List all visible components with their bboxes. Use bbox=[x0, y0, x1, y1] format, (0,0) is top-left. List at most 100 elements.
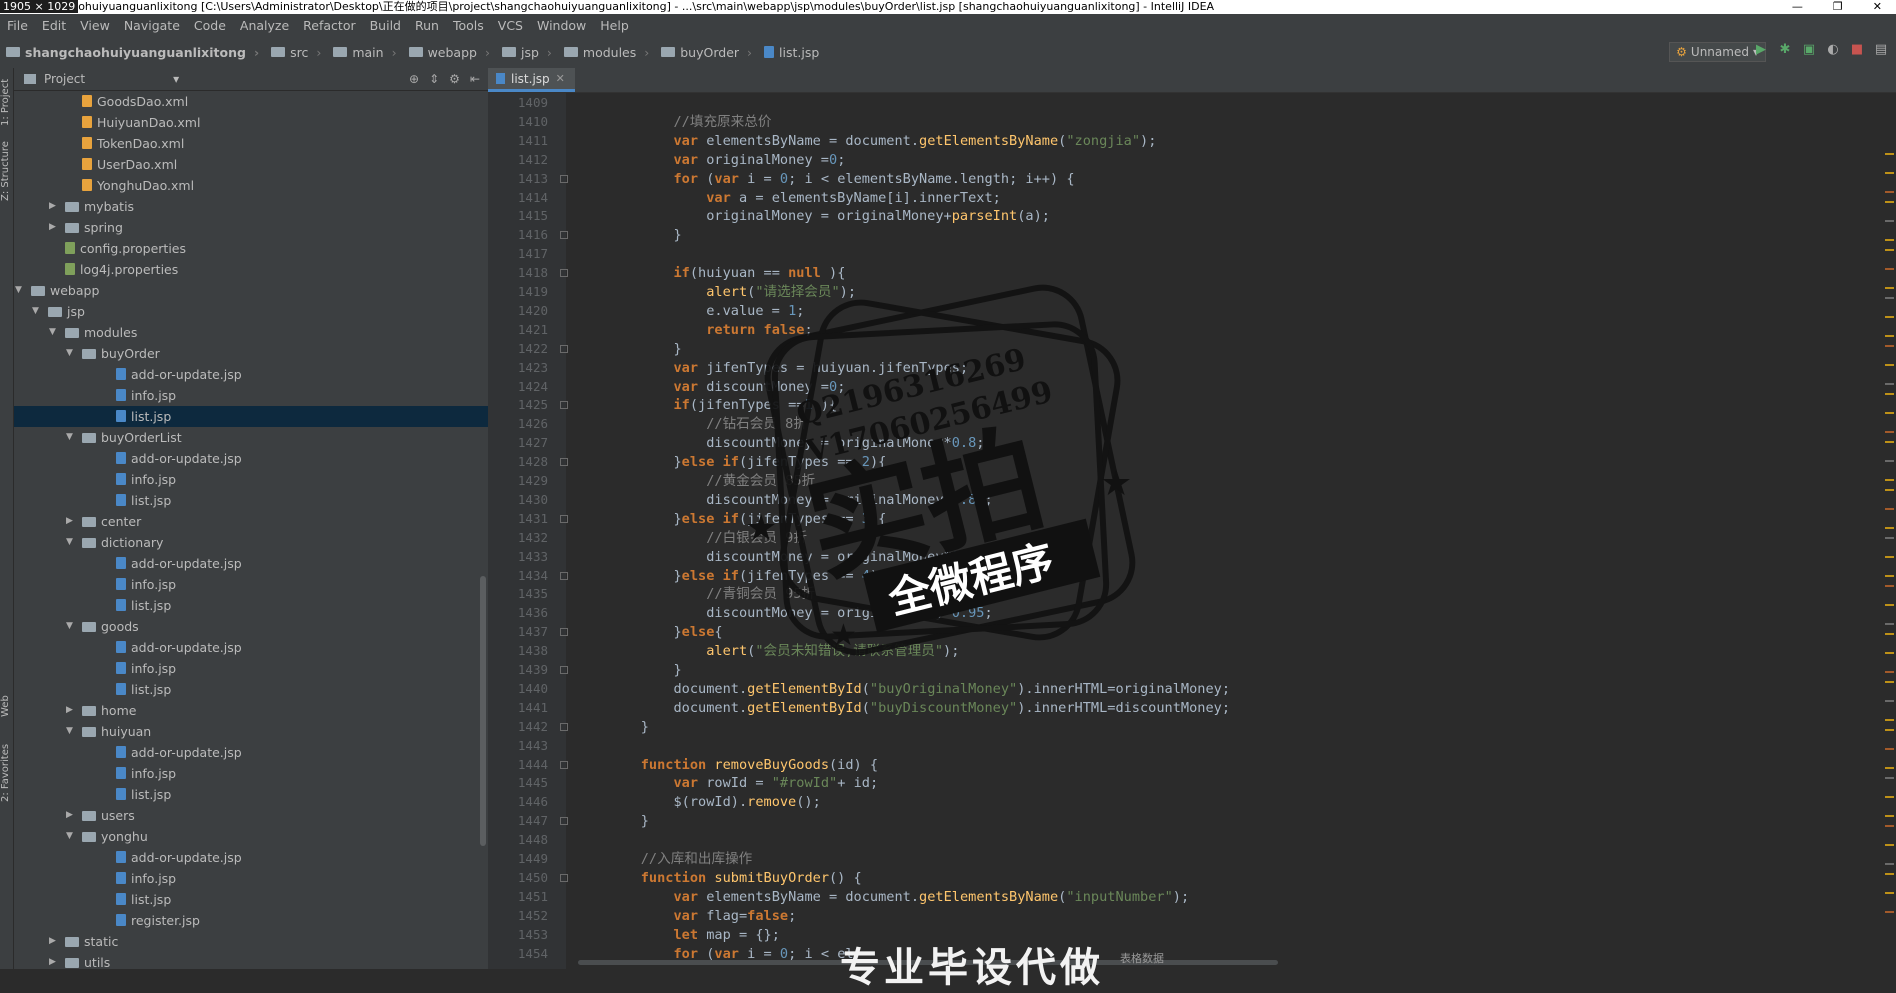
tree-item[interactable]: ▶ home bbox=[14, 700, 488, 721]
warning-marker[interactable] bbox=[1885, 892, 1894, 894]
tree-item[interactable]: info.jsp bbox=[14, 658, 488, 679]
menu-item-build[interactable]: Build bbox=[363, 18, 408, 33]
warning-marker[interactable] bbox=[1885, 489, 1894, 491]
warning-marker[interactable] bbox=[1885, 364, 1894, 366]
fold-marker-icon[interactable] bbox=[560, 458, 568, 467]
warning-marker[interactable] bbox=[1885, 153, 1894, 155]
tree-item[interactable]: info.jsp bbox=[14, 763, 488, 784]
tree-item[interactable]: ▼ jsp bbox=[14, 301, 488, 322]
warning-marker[interactable] bbox=[1885, 729, 1894, 731]
tree-item[interactable]: list.jsp bbox=[14, 406, 488, 427]
tree-item[interactable]: ▼ webapp bbox=[14, 280, 488, 301]
warning-marker[interactable] bbox=[1885, 671, 1894, 673]
breadcrumb-item[interactable]: buyOrder › bbox=[655, 45, 758, 60]
chevron-down-icon[interactable]: ▾ bbox=[173, 72, 179, 86]
warning-marker[interactable] bbox=[1885, 412, 1894, 414]
chevron-right-icon[interactable]: ▶ bbox=[66, 700, 76, 721]
tree-item[interactable]: ▶ spring bbox=[14, 217, 488, 238]
chevron-down-icon[interactable]: ▼ bbox=[15, 280, 25, 301]
warning-marker[interactable] bbox=[1885, 652, 1894, 654]
warning-marker[interactable] bbox=[1885, 383, 1894, 385]
fold-marker-icon[interactable] bbox=[560, 666, 568, 674]
menu-item-help[interactable]: Help bbox=[593, 18, 636, 33]
minimize-button[interactable]: — bbox=[1792, 0, 1803, 14]
coverage-icon[interactable]: ▣ bbox=[1802, 43, 1816, 57]
tree-item[interactable]: info.jsp bbox=[14, 868, 488, 889]
tree-item[interactable]: list.jsp bbox=[14, 490, 488, 511]
warning-marker[interactable] bbox=[1885, 815, 1894, 817]
restore-button[interactable]: ❐ bbox=[1833, 0, 1843, 14]
tree-item[interactable]: add-or-update.jsp bbox=[14, 553, 488, 574]
fold-marker-icon[interactable] bbox=[560, 873, 568, 882]
warning-marker[interactable] bbox=[1885, 575, 1894, 577]
run-config-select[interactable]: ⚙ Unnamed ▾ bbox=[1669, 42, 1766, 62]
menu-item-run[interactable]: Run bbox=[408, 18, 446, 33]
tree-item[interactable]: info.jsp bbox=[14, 469, 488, 490]
tree-item[interactable]: ▶ utils bbox=[14, 952, 488, 969]
fold-marker-icon[interactable] bbox=[560, 628, 568, 637]
code-area[interactable]: 1409 1410 //填充原来总价 1411 var elementsByName… bbox=[488, 93, 1868, 969]
fold-marker-icon[interactable] bbox=[560, 344, 568, 353]
tab-project-tool[interactable]: 1: Project bbox=[0, 72, 13, 132]
warning-marker[interactable] bbox=[1885, 623, 1894, 625]
warning-marker[interactable] bbox=[1885, 527, 1894, 529]
tree-item[interactable]: ▼ modules bbox=[14, 322, 488, 343]
chevron-down-icon[interactable]: ▼ bbox=[66, 616, 76, 637]
project-panel-title[interactable]: Project bbox=[44, 72, 85, 86]
warning-marker[interactable] bbox=[1885, 777, 1894, 779]
warning-marker[interactable] bbox=[1885, 633, 1894, 635]
warning-marker[interactable] bbox=[1885, 604, 1894, 606]
warning-marker[interactable] bbox=[1885, 796, 1894, 798]
warning-marker[interactable] bbox=[1885, 537, 1894, 539]
menu-item-refactor[interactable]: Refactor bbox=[296, 18, 362, 33]
chevron-down-icon[interactable]: ▼ bbox=[66, 721, 76, 742]
tree-item[interactable]: YonghuDao.xml bbox=[14, 175, 488, 196]
chevron-right-icon[interactable]: ▶ bbox=[49, 931, 59, 952]
warning-marker[interactable] bbox=[1885, 345, 1894, 347]
warning-marker[interactable] bbox=[1885, 335, 1894, 337]
tree-item[interactable]: config.properties bbox=[14, 238, 488, 259]
warning-marker[interactable] bbox=[1885, 220, 1894, 222]
chevron-right-icon[interactable]: ▶ bbox=[49, 952, 59, 969]
tree-item[interactable]: info.jsp bbox=[14, 385, 488, 406]
chevron-down-icon[interactable]: ▼ bbox=[66, 532, 76, 553]
warning-marker[interactable] bbox=[1885, 508, 1894, 510]
tab-structure-tool[interactable]: Z: Structure bbox=[0, 138, 13, 204]
breadcrumb-item[interactable]: modules › bbox=[558, 45, 655, 60]
tree-item[interactable]: list.jsp bbox=[14, 784, 488, 805]
warning-marker[interactable] bbox=[1885, 268, 1894, 270]
menu-item-analyze[interactable]: Analyze bbox=[233, 18, 296, 33]
tree-item[interactable]: UserDao.xml bbox=[14, 154, 488, 175]
tree-item[interactable]: ▼ dictionary bbox=[14, 532, 488, 553]
menu-item-edit[interactable]: Edit bbox=[35, 18, 73, 33]
warning-marker[interactable] bbox=[1885, 172, 1894, 174]
fold-marker-icon[interactable] bbox=[560, 722, 568, 731]
gear-icon[interactable]: ⚙ bbox=[449, 72, 460, 86]
error-stripe[interactable] bbox=[1882, 93, 1896, 969]
breadcrumb-item[interactable]: main › bbox=[327, 45, 402, 60]
project-scrollbar[interactable] bbox=[480, 576, 486, 846]
collapse-icon[interactable]: ⇕ bbox=[429, 72, 439, 86]
warning-marker[interactable] bbox=[1885, 249, 1894, 251]
fold-marker-icon[interactable] bbox=[560, 817, 568, 826]
stop-icon[interactable]: ■ bbox=[1850, 43, 1864, 57]
menu-item-navigate[interactable]: Navigate bbox=[117, 18, 187, 33]
tree-item[interactable]: ▼ buyOrder bbox=[14, 343, 488, 364]
warning-marker[interactable] bbox=[1885, 460, 1894, 462]
close-icon[interactable]: ✕ bbox=[556, 72, 565, 85]
run-icon[interactable]: ▶ bbox=[1754, 43, 1768, 57]
locate-icon[interactable]: ⊕ bbox=[409, 72, 419, 86]
warning-marker[interactable] bbox=[1885, 873, 1894, 875]
warning-marker[interactable] bbox=[1885, 825, 1894, 827]
warning-marker[interactable] bbox=[1885, 585, 1894, 587]
hide-icon[interactable]: ⇤ bbox=[470, 72, 480, 86]
tree-item[interactable]: add-or-update.jsp bbox=[14, 847, 488, 868]
breadcrumb-item[interactable]: src › bbox=[265, 45, 327, 60]
tab-list-jsp[interactable]: list.jsp ✕ bbox=[488, 68, 575, 92]
warning-marker[interactable] bbox=[1885, 863, 1894, 865]
breadcrumb-item[interactable]: webapp › bbox=[403, 45, 496, 60]
chevron-right-icon[interactable]: ▶ bbox=[49, 217, 59, 238]
breadcrumb-item[interactable]: jsp › bbox=[496, 45, 558, 60]
tree-item[interactable]: ▼ goods bbox=[14, 616, 488, 637]
warning-marker[interactable] bbox=[1885, 700, 1894, 702]
